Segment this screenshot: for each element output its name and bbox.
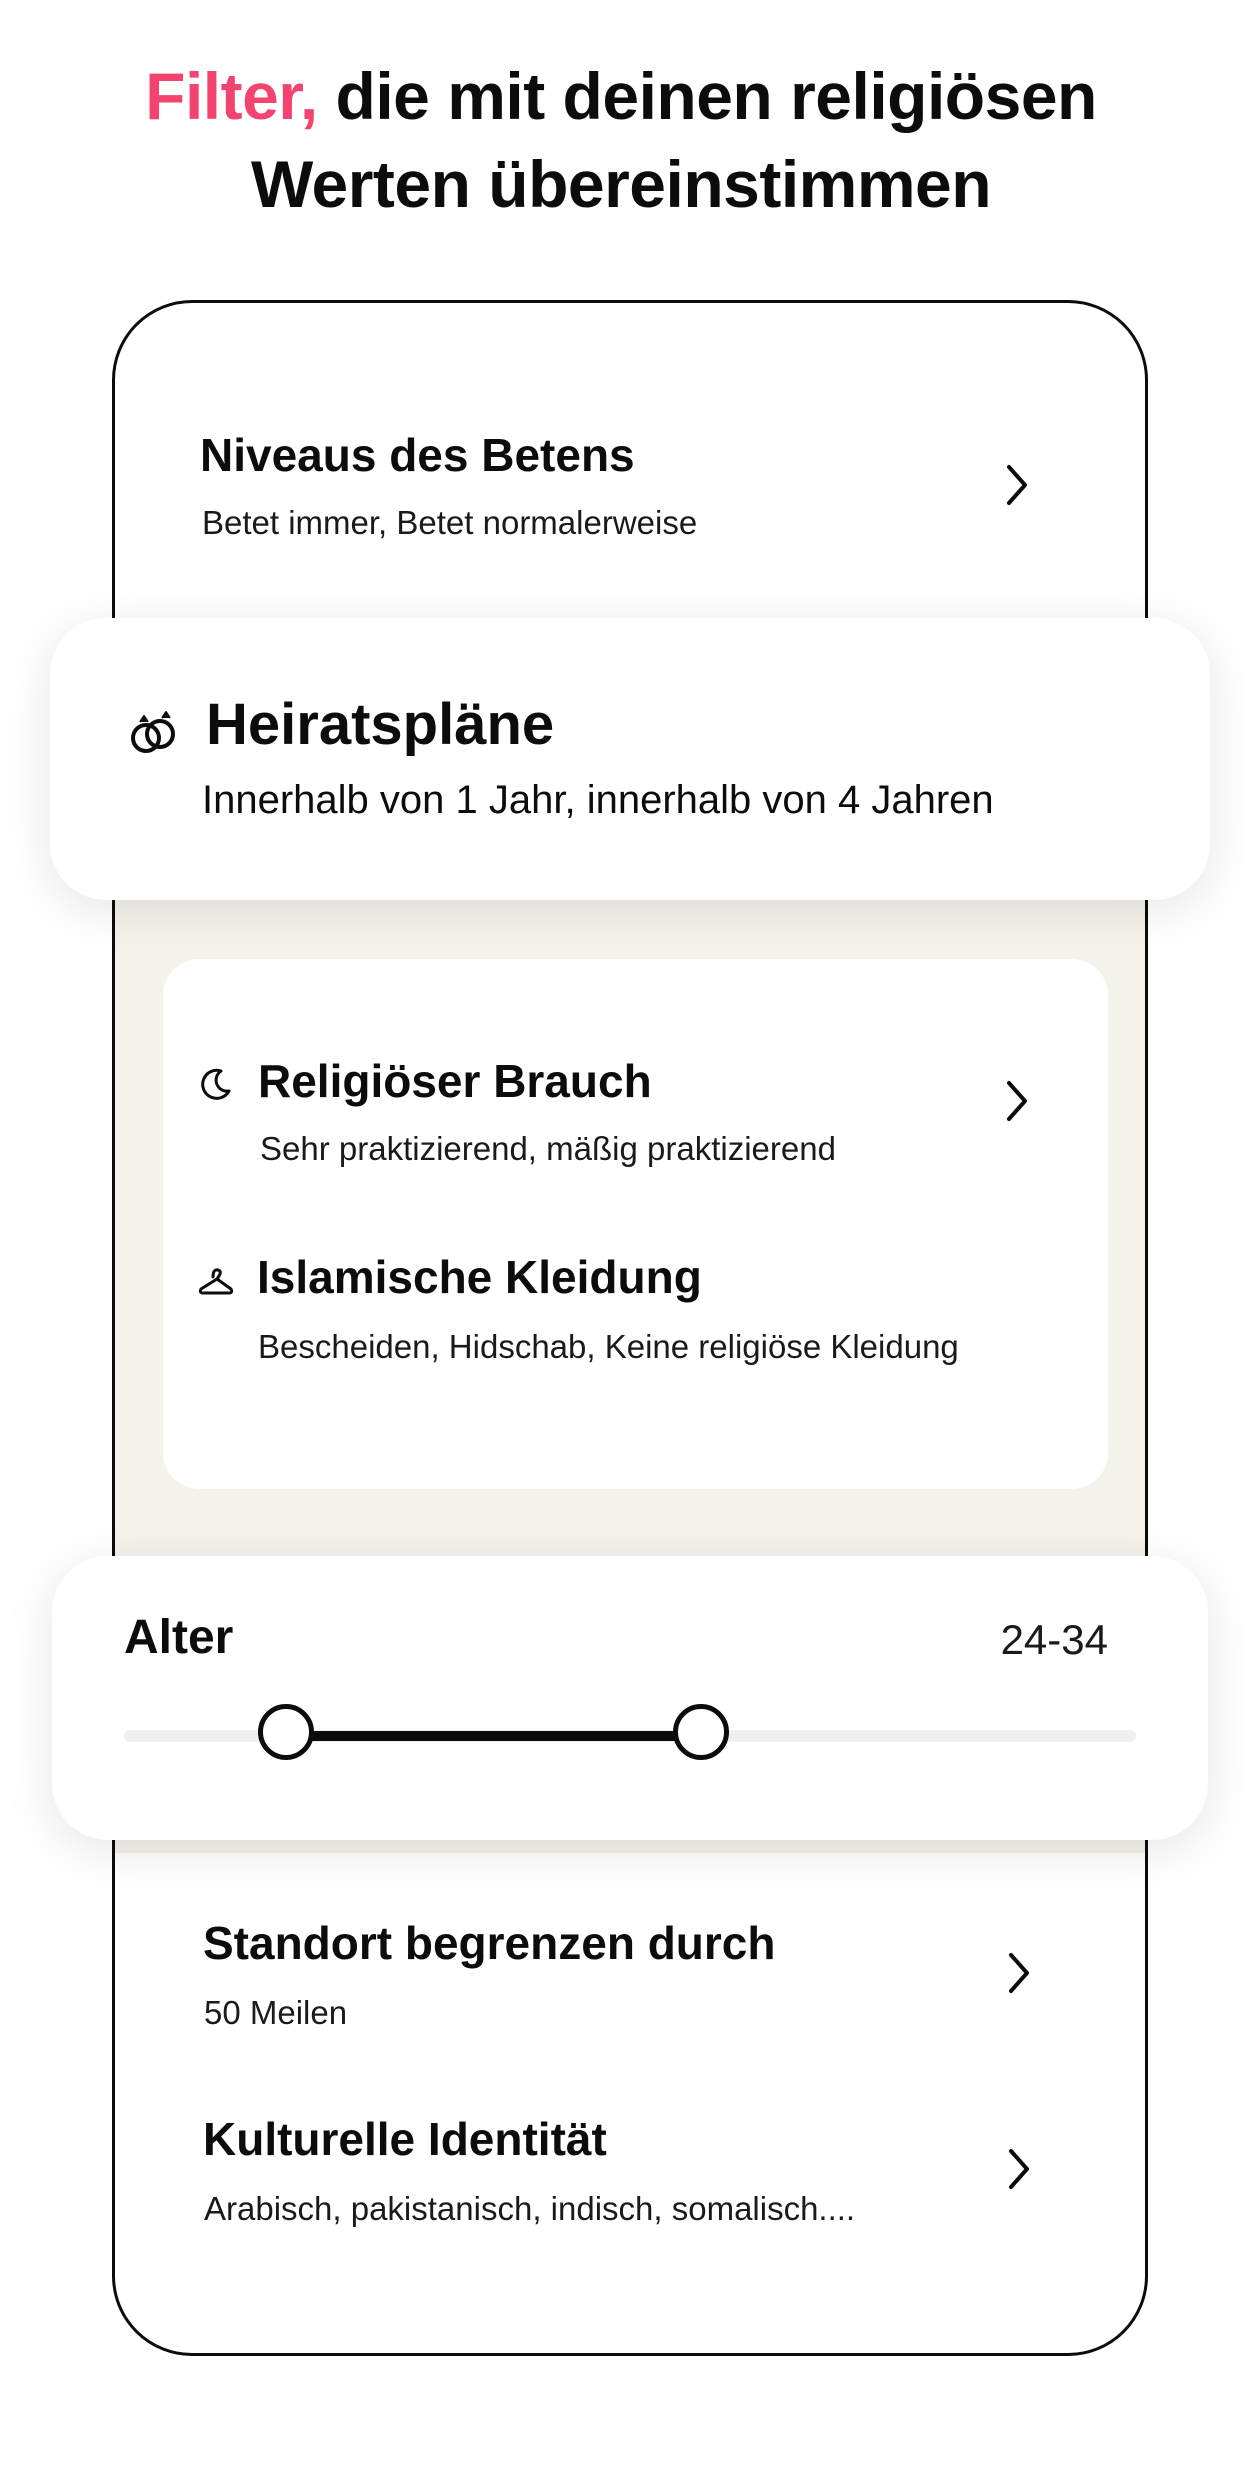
chevron-right-icon [999, 2141, 1039, 2197]
filter-row-islamic-clothing[interactable]: Islamische Kleidung Bescheiden, Hidschab… [163, 1199, 1108, 1429]
marriage-plans-subtitle: Innerhalb von 1 Jahr, innerhalb von 4 Ja… [202, 778, 994, 822]
location-limit-subtitle: 50 Meilen [204, 1994, 348, 2031]
cultural-identity-title: Kulturelle Identität [203, 2113, 607, 2165]
islamic-clothing-subtitle: Bescheiden, Hidschab, Keine religiöse Kl… [258, 1328, 959, 1365]
chevron-right-icon [999, 1945, 1039, 2001]
age-range-value: 24-34 [1000, 1616, 1108, 1663]
location-limit-title: Standort begrenzen durch [203, 1917, 776, 1969]
moon-icon [197, 1065, 235, 1103]
rings-icon [126, 704, 182, 760]
marriage-plans-card[interactable]: Heiratspläne Innerhalb von 1 Jahr, inner… [50, 618, 1210, 900]
filter-row-prayer-levels[interactable]: Niveaus des Betens Betet immer, Betet no… [115, 303, 1145, 563]
page-headline: Filter, die mit deinen religiösen Werten… [0, 52, 1242, 228]
headline-accent: Filter, [145, 59, 318, 133]
age-filter-card: Alter 24-34 [52, 1556, 1208, 1840]
religious-practice-subtitle: Sehr praktizierend, mäßig praktizierend [260, 1130, 836, 1167]
filter-row-religious-practice[interactable]: Religiöser Brauch Sehr praktizierend, mä… [163, 959, 1108, 1189]
islamic-clothing-title: Islamische Kleidung [257, 1251, 702, 1303]
phone-frame: Niveaus des Betens Betet immer, Betet no… [112, 300, 1148, 2356]
page: Filter, die mit deinen religiösen Werten… [0, 0, 1242, 2484]
religious-filters-card: Religiöser Brauch Sehr praktizierend, mä… [163, 959, 1108, 1489]
chevron-right-icon [997, 1073, 1037, 1129]
age-slider-max-handle[interactable] [672, 1704, 729, 1760]
cultural-identity-subtitle: Arabisch, pakistanisch, indisch, somalis… [204, 2190, 856, 2227]
prayer-levels-subtitle: Betet immer, Betet normalerweise [202, 504, 698, 541]
headline-line-1-rest: die mit deinen religiösen [317, 59, 1098, 133]
age-slider-min-handle[interactable] [257, 1704, 314, 1760]
age-slider-selected-range [285, 1731, 701, 1741]
hanger-icon [197, 1263, 235, 1301]
headline-line-2: Werten übereinstimmen [250, 147, 992, 221]
filter-row-location-limit[interactable]: Standort begrenzen durch 50 Meilen [115, 1903, 1145, 2083]
religious-practice-title: Religiöser Brauch [258, 1055, 652, 1107]
age-label: Alter [124, 1611, 234, 1664]
filter-row-cultural-identity[interactable]: Kulturelle Identität Arabisch, pakistani… [115, 2099, 1145, 2279]
chevron-right-icon [997, 457, 1037, 513]
marriage-plans-title: Heiratspläne [206, 692, 555, 757]
prayer-levels-title: Niveaus des Betens [200, 429, 635, 481]
headline-line-1: Filter, die mit deinen religiösen [0, 52, 1242, 140]
